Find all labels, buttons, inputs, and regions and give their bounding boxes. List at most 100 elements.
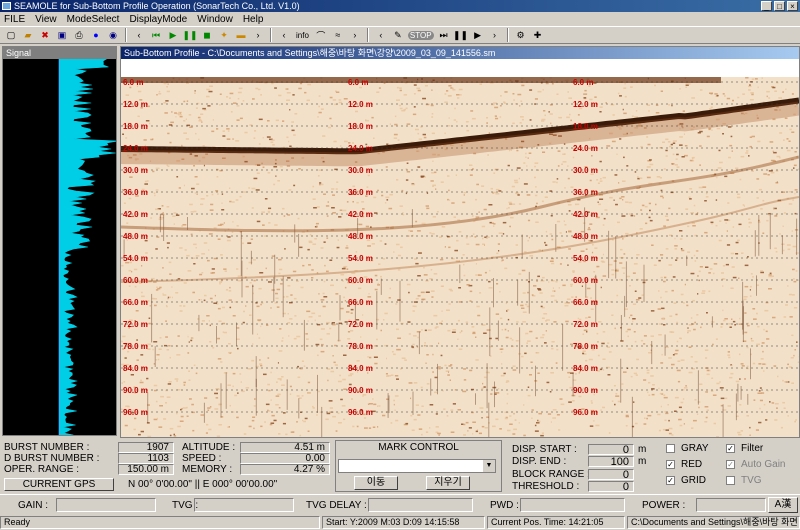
status-current-time: Current Pos. Time: 14:21:05 xyxy=(487,516,625,529)
minus-icon[interactable]: ▬ xyxy=(234,28,248,42)
chevron-down-icon[interactable]: ▼ xyxy=(483,460,495,472)
pause-icon[interactable]: ❚❚ xyxy=(182,28,197,42)
gain-slider[interactable] xyxy=(56,498,156,512)
d-burst-number-label: D BURST NUMBER : xyxy=(4,453,100,464)
memory-label: MEMORY : xyxy=(182,464,233,475)
altitude-value: 4.51 m xyxy=(240,442,330,453)
next-icon[interactable]: › xyxy=(488,28,502,42)
depth-label: 84.0 m xyxy=(348,364,373,373)
toolbar-separator xyxy=(125,28,127,42)
toolbar-separator xyxy=(270,28,272,42)
menu-view[interactable]: View xyxy=(35,14,57,25)
profile-header-strip xyxy=(121,59,799,77)
depth-label: 96.0 m xyxy=(348,408,373,417)
mark-select[interactable]: ▼ xyxy=(338,459,496,473)
pause-icon[interactable]: ❚❚ xyxy=(453,28,468,42)
wave-icon[interactable]: ≈ xyxy=(331,28,345,42)
new-file-icon[interactable]: ▢ xyxy=(4,28,18,42)
depth-label: 18.0 m xyxy=(573,122,598,131)
disp-end-input[interactable]: 100 xyxy=(588,456,634,468)
tvg-slider[interactable] xyxy=(194,498,294,512)
depth-label: 72.0 m xyxy=(123,320,148,329)
power-label: POWER : xyxy=(642,500,686,511)
oper-range-value: 150.00 m xyxy=(118,464,174,475)
disp-start-input[interactable]: 0 xyxy=(588,444,634,456)
next-icon[interactable]: › xyxy=(251,28,265,42)
skip-back-icon[interactable]: ⏮ xyxy=(149,28,163,42)
control-bar: GAIN : TVG : TVG DELAY : PWD : POWER : A… xyxy=(0,494,800,514)
filter-checkbox[interactable]: ✓ xyxy=(726,444,735,453)
next-icon[interactable]: › xyxy=(348,28,362,42)
burst-number-label: BURST NUMBER : xyxy=(4,442,90,453)
depth-label: 66.0 m xyxy=(123,298,148,307)
grid-checkbox[interactable]: ✓ xyxy=(666,476,675,485)
info-button[interactable]: info xyxy=(294,31,311,40)
altitude-label: ALTITUDE : xyxy=(182,442,236,453)
depth-label: 24.0 m xyxy=(348,144,373,153)
help-icon[interactable]: ✚ xyxy=(531,28,545,42)
power-slider[interactable] xyxy=(696,498,766,512)
skip-icon[interactable]: ⏭ xyxy=(437,28,451,42)
depth-label: 90.0 m xyxy=(123,386,148,395)
gray-checkbox[interactable] xyxy=(666,444,675,453)
tvg-delay-slider[interactable] xyxy=(368,498,473,512)
record-icon[interactable]: ◉ xyxy=(106,28,120,42)
close-button[interactable]: × xyxy=(787,1,798,11)
tvg-option-label: TVG xyxy=(741,475,762,486)
threshold-input[interactable]: 0 xyxy=(588,481,634,493)
depth-label: 18.0 m xyxy=(348,122,373,131)
d-burst-number-value: 1103 xyxy=(118,453,174,464)
oper-range-label: OPER. RANGE : xyxy=(4,464,80,475)
auto-gain-checkbox[interactable]: ✓ xyxy=(726,460,735,469)
prev-icon[interactable]: ‹ xyxy=(374,28,388,42)
current-gps-button[interactable]: CURRENT GPS xyxy=(4,478,114,491)
depth-label: 36.0 m xyxy=(123,188,148,197)
depth-label: 48.0 m xyxy=(573,232,598,241)
speed-value: 0.00 xyxy=(240,453,330,464)
stop-button[interactable]: STOP xyxy=(407,30,434,40)
tool-icon[interactable]: ✎ xyxy=(391,28,405,42)
menu-window[interactable]: Window xyxy=(197,14,233,25)
red-checkbox[interactable]: ✓ xyxy=(666,460,675,469)
sonar-image[interactable]: 6.0 m 6.0 m 6.0 m 12.0 m 12.0 m 12.0 m 18.0 m 1… xyxy=(121,77,799,437)
print-icon[interactable]: ⎙ xyxy=(72,28,86,42)
menu-modeselect[interactable]: ModeSelect xyxy=(67,14,120,25)
signal-title: Signal xyxy=(3,47,116,59)
config-icon[interactable]: ⚙ xyxy=(514,28,528,42)
depth-label: 54.0 m xyxy=(348,254,373,263)
clear-button[interactable]: 지우기 xyxy=(426,476,470,490)
minimize-button[interactable]: _ xyxy=(761,1,772,11)
convert-icon[interactable]: ✖ xyxy=(38,28,52,42)
depth-label: 84.0 m xyxy=(573,364,598,373)
stop-play-icon[interactable]: ◼ xyxy=(200,28,214,42)
open-file-icon[interactable]: ▰ xyxy=(21,28,35,42)
move-button[interactable]: 이동 xyxy=(354,476,398,490)
ime-toggle[interactable]: A漢 xyxy=(768,497,798,513)
red-label: RED xyxy=(681,459,703,470)
menu-displaymode[interactable]: DisplayMode xyxy=(129,14,187,25)
menu-help[interactable]: Help xyxy=(243,14,264,25)
depth-label: 78.0 m xyxy=(348,342,373,351)
block-range-input[interactable]: 0 xyxy=(588,469,634,481)
depth-label: 84.0 m xyxy=(123,364,148,373)
pwd-slider[interactable] xyxy=(520,498,625,512)
sonar-icon[interactable]: ⌒ xyxy=(314,28,328,42)
toolbar-separator xyxy=(506,28,509,42)
save-icon[interactable]: ▣ xyxy=(55,28,69,42)
maximize-button[interactable]: □ xyxy=(774,1,785,11)
toolbar-separator xyxy=(366,28,369,42)
marker-icon[interactable]: ✦ xyxy=(217,28,231,42)
mark-control-title: MARK CONTROL xyxy=(378,442,459,453)
depth-label: 42.0 m xyxy=(348,210,373,219)
depth-label: 48.0 m xyxy=(348,232,373,241)
prev-icon[interactable]: ‹ xyxy=(277,28,291,42)
status-bar: Ready Start: Y:2009 M:03 D:09 14:15:58 C… xyxy=(0,515,800,530)
forward-icon[interactable]: ▶ xyxy=(471,28,485,42)
settings-icon[interactable]: ● xyxy=(89,28,103,42)
menu-file[interactable]: FILE xyxy=(4,14,25,25)
signal-panel: Signal xyxy=(2,46,117,436)
prev-icon[interactable]: ‹ xyxy=(132,28,146,42)
depth-label: 30.0 m xyxy=(573,166,598,175)
play-icon[interactable]: ▶ xyxy=(166,28,180,42)
tvg-checkbox[interactable] xyxy=(726,476,735,485)
